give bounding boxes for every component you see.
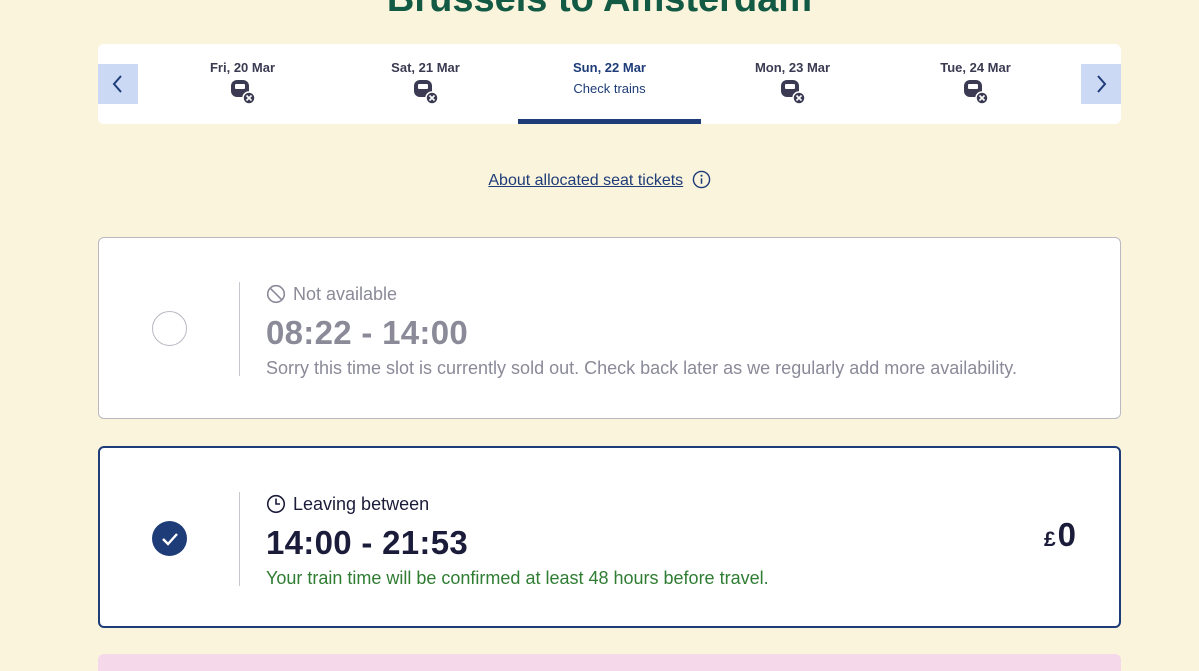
time-slot-card-selected[interactable]: Leaving between 14:00 - 21:53 Your train… <box>98 446 1121 628</box>
slot-price: £0 <box>1044 516 1076 554</box>
time-slot-card-unavailable[interactable]: Not available 08:22 - 14:00 Sorry this t… <box>98 237 1121 419</box>
date-tab-sat-21-mar[interactable]: Sat, 21 Mar <box>334 44 517 124</box>
slot-radio[interactable] <box>152 311 187 346</box>
chevron-left-icon <box>112 75 122 93</box>
about-link-label: About allocated seat tickets <box>488 172 684 189</box>
check-trains-label: Check trains <box>573 81 646 96</box>
previous-dates-button[interactable] <box>98 64 138 104</box>
price-currency: £ <box>1043 528 1056 551</box>
slot-divider <box>239 282 240 376</box>
date-label: Mon, 23 Mar <box>754 60 831 75</box>
slot-status: Not available <box>293 283 398 304</box>
date-label: Sun, 22 Mar <box>573 60 646 75</box>
slot-status: Leaving between <box>293 493 430 514</box>
about-allocated-seat-tickets-link[interactable]: About allocated seat tickets <box>0 170 1199 190</box>
checkmark-icon <box>161 532 178 546</box>
unavailable-icon <box>266 284 286 304</box>
slot-divider <box>239 492 240 586</box>
no-trains-icon <box>963 80 989 105</box>
date-tab-fri-20-mar[interactable]: Fri, 20 Mar <box>151 44 334 124</box>
no-trains-icon <box>413 80 439 105</box>
slot-time-range: 08:22 - 14:00 <box>266 314 469 351</box>
slot-time-range: 14:00 - 21:53 <box>266 524 469 561</box>
date-label: Sat, 21 Mar <box>391 60 460 75</box>
no-trains-icon <box>780 80 806 105</box>
info-icon <box>692 170 710 189</box>
date-label: Fri, 20 Mar <box>209 60 276 75</box>
promo-banner <box>98 654 1121 671</box>
date-tab-tue-24-mar[interactable]: Tue, 24 Mar <box>884 44 1067 124</box>
date-tab-mon-23-mar[interactable]: Mon, 23 Mar <box>701 44 884 124</box>
slot-description: Sorry this time slot is currently sold o… <box>266 358 1017 378</box>
clock-icon <box>266 494 286 514</box>
date-label: Tue, 24 Mar <box>940 60 1011 75</box>
price-amount: 0 <box>1057 516 1076 553</box>
slot-description: Your train time will be confirmed at lea… <box>266 568 769 588</box>
date-selector: Fri, 20 Mar Sat, 21 Mar Sun, 22 Mar Chec… <box>98 44 1121 124</box>
next-dates-button[interactable] <box>1081 64 1121 104</box>
page-title: Brussels to Amsterdam <box>0 0 1199 21</box>
slot-radio-selected[interactable] <box>152 521 187 556</box>
no-trains-icon <box>230 80 256 105</box>
chevron-right-icon <box>1097 75 1107 93</box>
date-tab-sun-22-mar[interactable]: Sun, 22 Mar Check trains <box>518 44 701 124</box>
